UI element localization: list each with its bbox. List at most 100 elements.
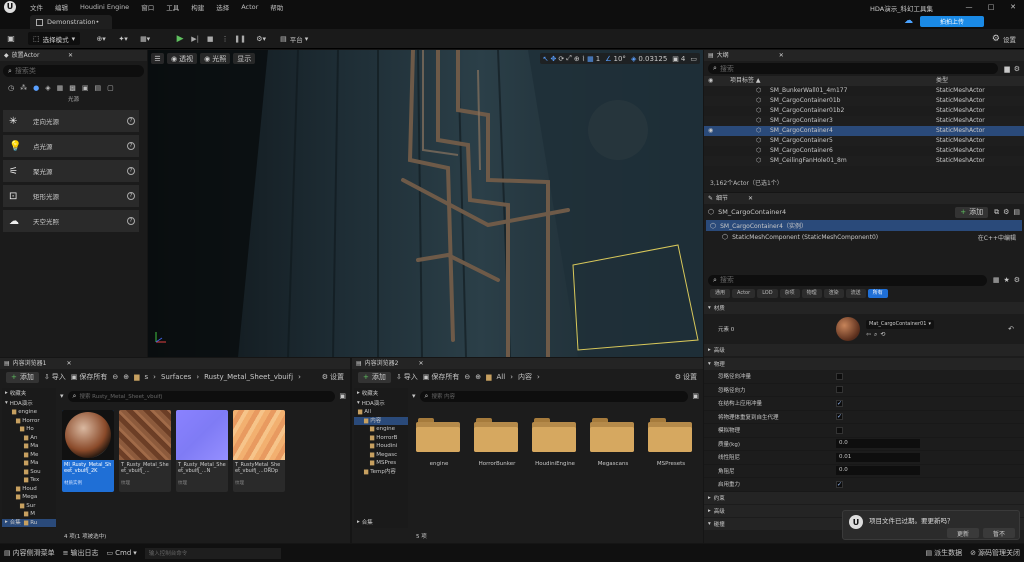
help-icon[interactable]: ? bbox=[127, 142, 135, 150]
mode-select[interactable]: ⬚ 选择模式 ▾ bbox=[28, 32, 81, 45]
add-content-icon[interactable]: ⊕▾ bbox=[94, 35, 108, 43]
menu-build[interactable]: 构建 bbox=[191, 2, 204, 12]
all-classes-icon[interactable]: ▤ bbox=[94, 84, 101, 92]
lights-icon[interactable]: ● bbox=[33, 84, 39, 92]
grid-snap-icon[interactable]: ▦ bbox=[587, 55, 594, 63]
section-physics[interactable]: ▾ 物理 bbox=[704, 358, 1024, 370]
section-material[interactable]: ▾ 材质 bbox=[704, 302, 1024, 314]
section-advanced[interactable]: ▸ 高级 bbox=[704, 344, 1024, 356]
outliner-row[interactable]: ⬡ SM_CeilingFanHole01_8m StaticMeshActor bbox=[704, 156, 1024, 166]
rotation-snap-icon[interactable]: ∠ bbox=[605, 55, 611, 63]
visibility-icon[interactable]: ◉ bbox=[708, 126, 730, 136]
layout-icon[interactable]: ▤ bbox=[1013, 208, 1020, 216]
layout-icon[interactable]: ▭ bbox=[690, 55, 697, 63]
asset-tile[interactable]: T_Rusty_Metal_Sheet_vbuifj_...N 纹理 bbox=[176, 410, 228, 492]
asset-tile[interactable]: T_Rusty_Metal_Sheet_vbuifj_... 纹理 bbox=[119, 410, 171, 492]
property-checkbox[interactable] bbox=[836, 372, 843, 380]
table-view-icon[interactable]: ▦ bbox=[993, 276, 1000, 284]
scale-snap-value[interactable]: 0.03125 bbox=[638, 55, 667, 63]
edit-cpp-link[interactable]: 在C++中编辑 bbox=[978, 233, 1016, 242]
level-viewport[interactable]: ☰ ◉ 透视 ◉ 光照 显示 ↖ ✥ ⟳ ⤢ ⊕ ⌇ ▦ 1 ∠ 10° ◈ 0.0… bbox=[148, 50, 703, 357]
visibility-icon[interactable] bbox=[708, 136, 730, 146]
recent-icon[interactable]: ◷ bbox=[8, 84, 14, 92]
update-button[interactable]: 更新 bbox=[947, 528, 979, 538]
filter-tab[interactable]: 渲染 bbox=[823, 288, 844, 298]
material-thumbnail[interactable] bbox=[836, 317, 860, 341]
cb2-save-all-button[interactable]: ▣ 保存所有 bbox=[423, 372, 460, 382]
path-segment[interactable]: Surfaces bbox=[161, 373, 191, 381]
actor-spot-light[interactable]: ⚟ 聚光源 ? bbox=[3, 160, 139, 182]
tree-folder[interactable]: ▆ Sou bbox=[2, 468, 56, 477]
help-icon[interactable]: ? bbox=[127, 217, 135, 225]
property-checkbox[interactable] bbox=[836, 413, 843, 421]
component-row[interactable]: ⬡ StaticMeshComponent (StaticMeshCompone… bbox=[704, 231, 1024, 243]
reset-arrow-icon[interactable]: ↶ bbox=[1008, 325, 1014, 333]
cb1-search[interactable]: ⌕ 搜索 Rusty_Metal_Sheet_vbuifj bbox=[67, 390, 336, 402]
close-window-button[interactable]: ✕ bbox=[1004, 1, 1022, 12]
cb2-settings-button[interactable]: ⚙ 设置 bbox=[675, 372, 697, 382]
settings-button[interactable]: 设置 bbox=[1003, 34, 1016, 44]
play-icon[interactable]: ▶ bbox=[174, 34, 186, 44]
tree-folder[interactable]: ▆ Houdini bbox=[354, 442, 408, 451]
cb1-import-button[interactable]: ⇩ 导入 bbox=[44, 372, 66, 382]
filter-tab[interactable]: 通用 bbox=[710, 288, 731, 298]
tree-folder[interactable]: ▆ All bbox=[354, 408, 408, 417]
property-checkbox[interactable] bbox=[836, 399, 843, 407]
gear-icon[interactable]: ⚙ bbox=[1014, 276, 1020, 284]
blueprint-icon[interactable]: ✦▾ bbox=[116, 35, 130, 43]
select-mode-icon[interactable]: ↖ bbox=[543, 55, 549, 63]
asset-tile[interactable]: T_RustyMetal_Sheet_vbuifj_...ORDp 纹理 bbox=[233, 410, 285, 492]
path-segment[interactable]: 内容 bbox=[518, 372, 532, 382]
tree-folder[interactable]: ▆ engine bbox=[2, 408, 56, 417]
filter-tab[interactable]: 杂项 bbox=[779, 288, 800, 298]
close-icon[interactable]: ✕ bbox=[779, 50, 784, 61]
play-options-icon[interactable]: ⋮ bbox=[219, 35, 231, 43]
content-drawer-button[interactable]: ▤ 内容侧滑菜单 bbox=[4, 548, 55, 558]
path-segment[interactable]: Rusty_Metal_Sheet_vbuifj bbox=[204, 373, 293, 381]
property-checkbox[interactable] bbox=[836, 480, 843, 488]
outliner-row[interactable]: ⬡ SM_CargoContainer6 StaticMeshActor bbox=[704, 146, 1024, 156]
save-search-icon[interactable]: ▣ bbox=[692, 392, 699, 400]
surface-snap-icon[interactable]: ⌇ bbox=[582, 55, 585, 63]
tree-folder[interactable]: ▆ Ho bbox=[2, 425, 56, 434]
visibility-icon[interactable] bbox=[708, 96, 730, 106]
grid-snap-value[interactable]: 1 bbox=[596, 55, 600, 63]
basic-icon[interactable]: ⁂ bbox=[20, 84, 27, 92]
camera-speed-value[interactable]: 4 bbox=[681, 55, 685, 63]
blueprint-icon[interactable]: ⧉ bbox=[994, 208, 999, 217]
folder-tile[interactable]: HorrorBunker bbox=[474, 418, 520, 467]
close-icon[interactable]: ✕ bbox=[748, 193, 753, 204]
use-selected-icon[interactable]: ⇦ bbox=[866, 331, 871, 338]
source-control-button[interactable]: ⊘ 源码管理关闭 bbox=[970, 548, 1020, 558]
pause-icon[interactable]: ❚❚ bbox=[234, 35, 246, 43]
visibility-icon[interactable] bbox=[708, 156, 730, 166]
launch-icon[interactable]: ⚙▾ bbox=[254, 35, 268, 43]
save-icon[interactable]: ▣ bbox=[4, 34, 18, 43]
outliner-row[interactable]: ⬡ SM_CargoContainer3 StaticMeshActor bbox=[704, 116, 1024, 126]
tree-folder[interactable]: ▆ Sur bbox=[2, 502, 56, 511]
tree-folder[interactable]: ▆ Ma bbox=[2, 442, 56, 451]
output-log-button[interactable]: ≡ 输出日志 bbox=[63, 548, 99, 558]
visibility-icon[interactable] bbox=[708, 106, 730, 116]
cb2-search[interactable]: ⌕ 搜索 内容 bbox=[419, 390, 689, 402]
material-dropdown[interactable]: Mat_CargoContainer01 ▾ bbox=[866, 319, 934, 329]
filter-tab[interactable]: 所有 bbox=[867, 288, 888, 298]
tree-folder[interactable]: ▆ Houd bbox=[2, 485, 56, 494]
tree-folder[interactable]: ▆ Tex bbox=[2, 476, 56, 485]
asset-tile[interactable]: MI_Rusty_Metal_Sheet_vbuifj_2K 材质实例 bbox=[62, 410, 114, 492]
outliner-row[interactable]: ⬡ SM_CargoContainer01b StaticMeshActor bbox=[704, 96, 1024, 106]
tree-folder[interactable]: ▆ Me bbox=[2, 451, 56, 460]
property-value-field[interactable]: 0.01 bbox=[836, 452, 920, 462]
world-icon[interactable]: ⊕ bbox=[574, 55, 580, 63]
details-search[interactable]: ⌕ 搜索 bbox=[708, 274, 987, 286]
perspective-button[interactable]: ◉ 透视 bbox=[167, 53, 198, 64]
property-checkbox[interactable] bbox=[836, 386, 843, 394]
step-icon[interactable]: ▶| bbox=[189, 35, 201, 43]
tree-folder[interactable]: ▆ Mega bbox=[2, 493, 56, 502]
menu-window[interactable]: 窗口 bbox=[141, 2, 154, 12]
outliner-row[interactable]: ⬡ SM_BunkerWall01_4m177 StaticMeshActor bbox=[704, 86, 1024, 96]
help-icon[interactable]: ? bbox=[127, 117, 135, 125]
show-button[interactable]: 显示 bbox=[233, 53, 256, 64]
outliner-search[interactable]: ⌕ 搜索 bbox=[708, 63, 999, 74]
folder-tile[interactable]: HoudiniEngine bbox=[532, 418, 578, 467]
